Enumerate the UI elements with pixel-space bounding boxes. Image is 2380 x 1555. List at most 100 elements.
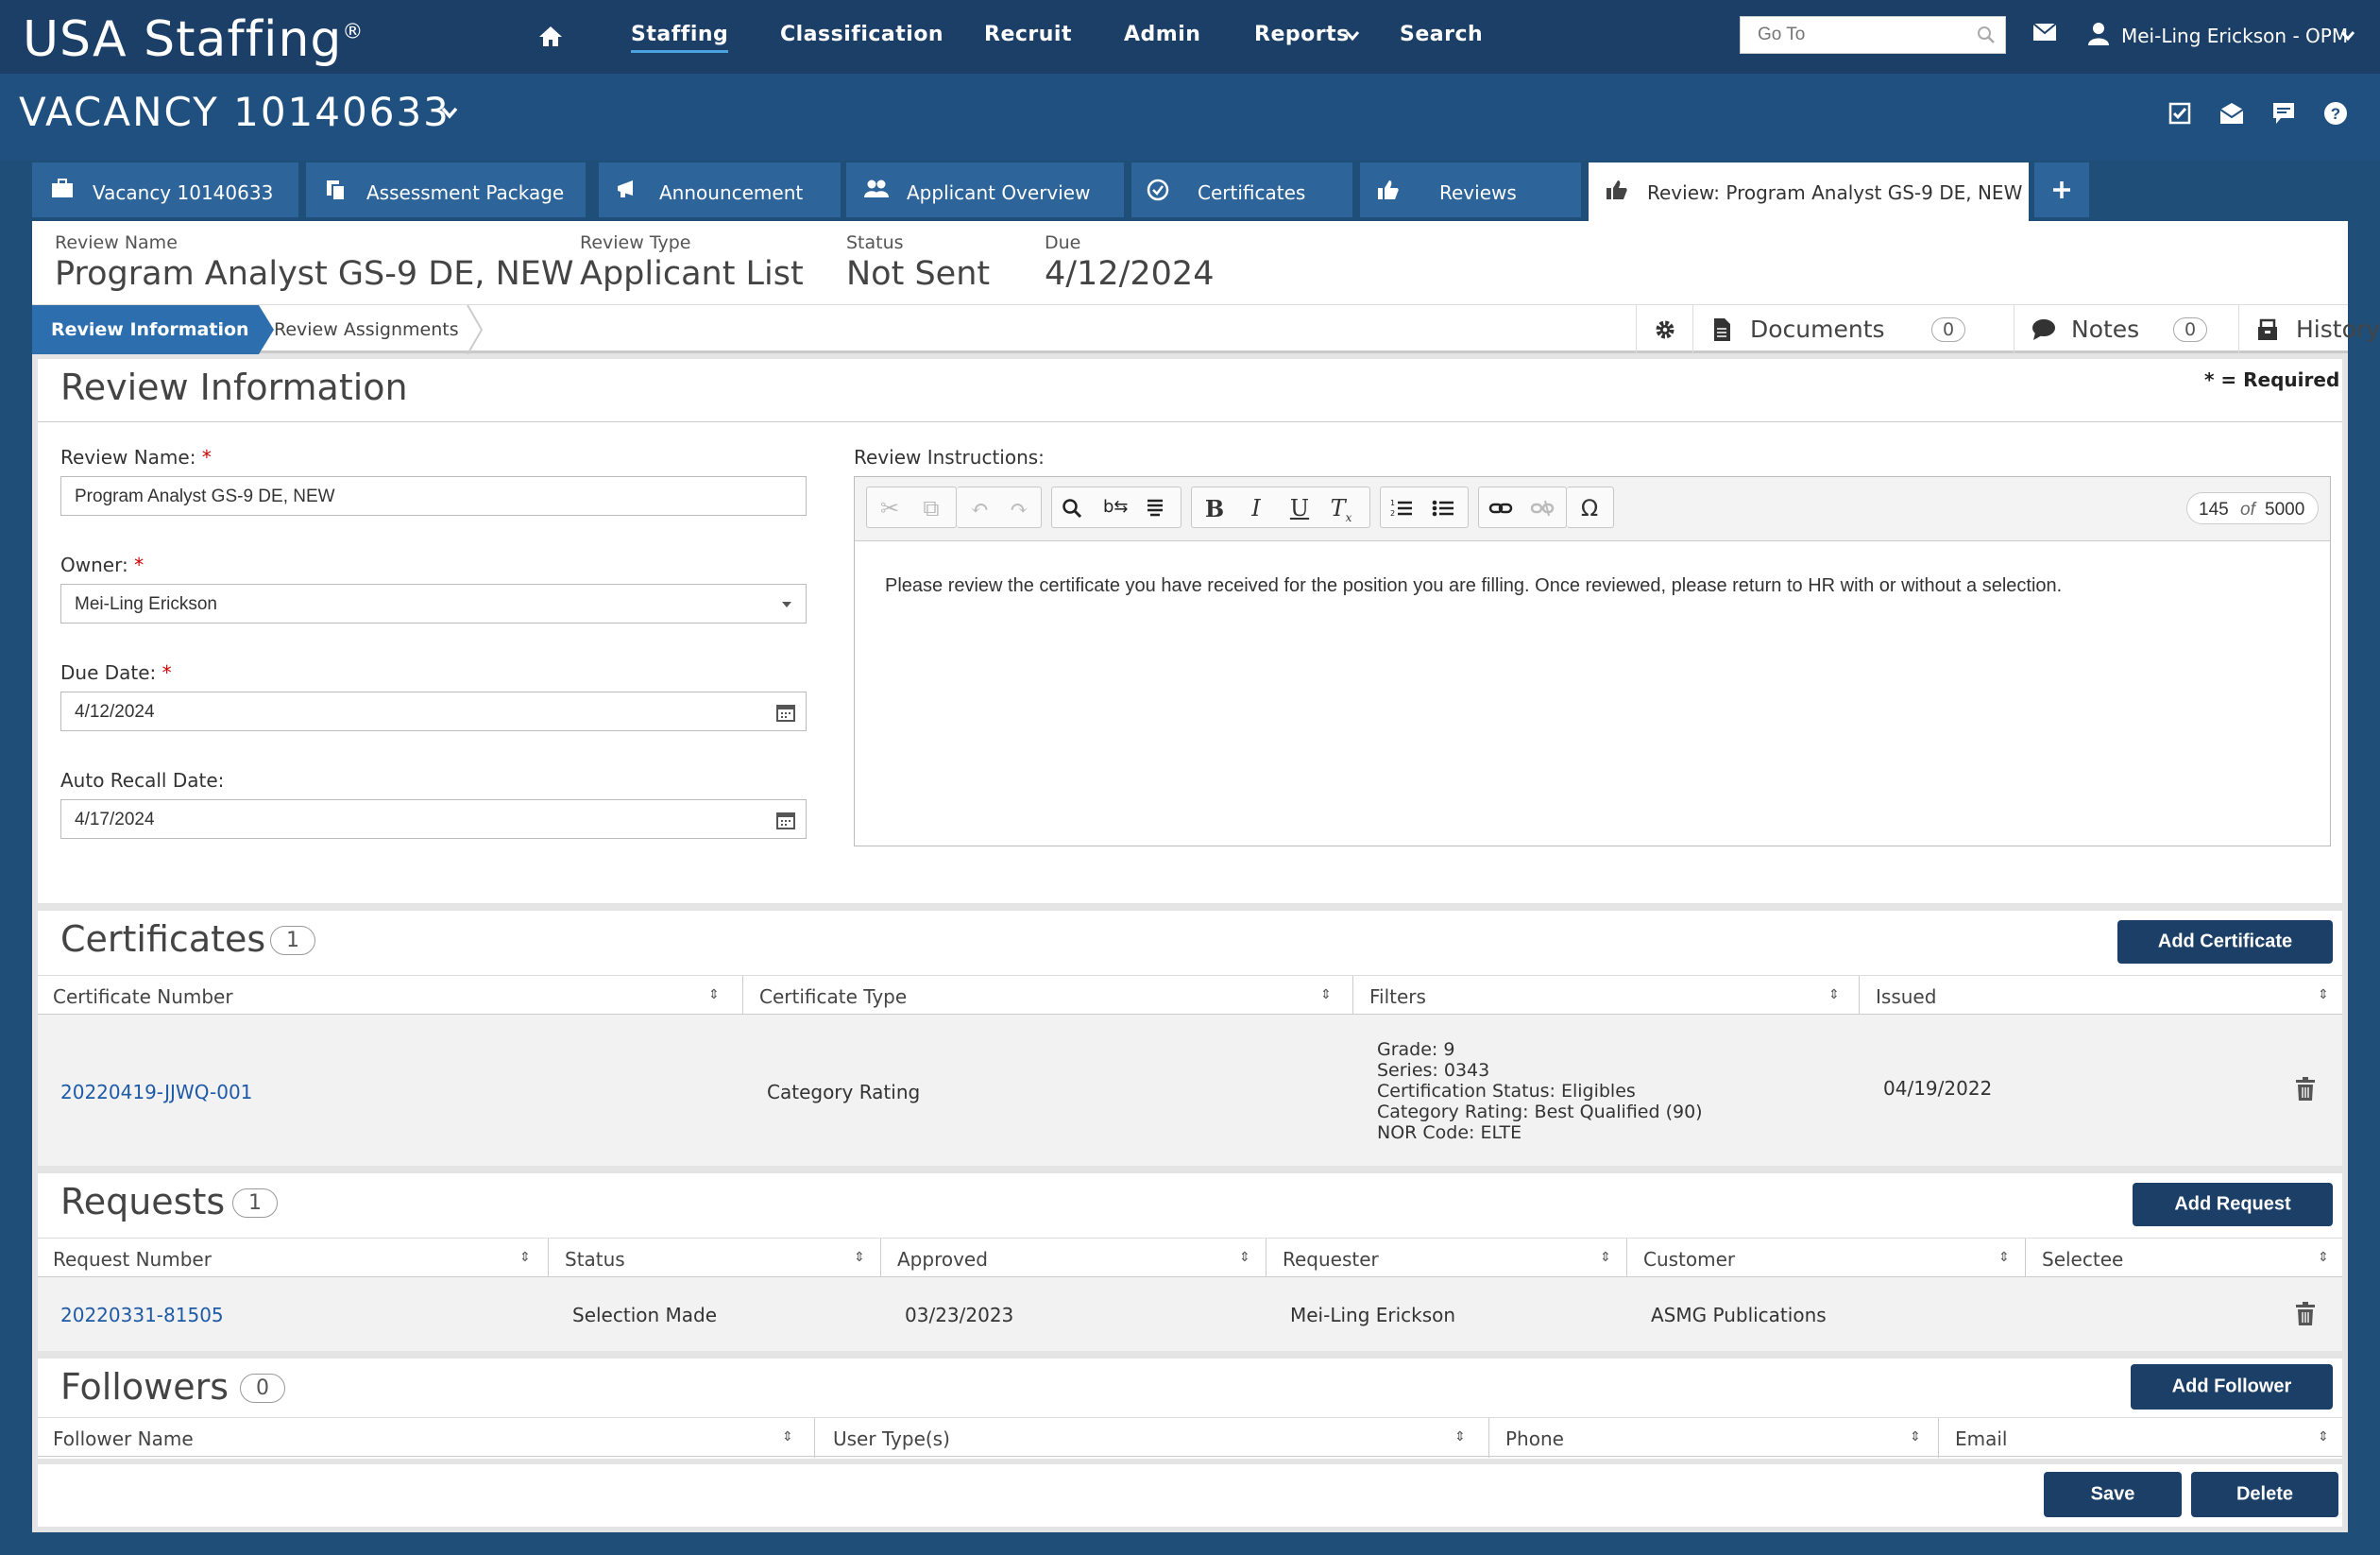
- unlink-icon[interactable]: [1530, 499, 1555, 518]
- col-email[interactable]: Email: [1955, 1427, 2008, 1450]
- tab-announcement[interactable]: Announcement: [599, 162, 841, 217]
- toolbar-group-links: [1478, 487, 1567, 528]
- sort-icon[interactable]: ⇕: [1454, 1428, 1466, 1444]
- sort-icon[interactable]: ⇕: [2318, 1428, 2329, 1444]
- undo-icon[interactable]: ↶: [962, 495, 996, 521]
- owner-select[interactable]: Mei-Ling Erickson: [60, 584, 807, 624]
- nav-staffing[interactable]: Staffing: [631, 23, 729, 53]
- auto-recall-date-field[interactable]: 4/17/2024: [60, 799, 807, 839]
- usa-staffing-logo[interactable]: USA Staffing®: [23, 11, 364, 68]
- tab-reviews[interactable]: Reviews: [1360, 162, 1581, 217]
- inbox-icon[interactable]: [2219, 102, 2244, 125]
- task-checklist-icon[interactable]: [2168, 102, 2191, 125]
- mail-icon[interactable]: [2032, 23, 2057, 42]
- chevron-down-icon[interactable]: [1345, 30, 1360, 42]
- vacancy-dropdown-chevron-icon[interactable]: [440, 106, 459, 119]
- sort-icon[interactable]: ⇕: [782, 1428, 793, 1444]
- tab-review-active[interactable]: Review: Program Analyst GS-9 DE, NEW: [1589, 162, 2029, 221]
- goto-input[interactable]: [1741, 17, 1958, 53]
- tab-vacancy[interactable]: Vacancy 10140633: [32, 162, 298, 217]
- copy-icon[interactable]: ⧉: [914, 495, 948, 521]
- followers-section: Followers 0 Add Follower Follower Name ⇕…: [38, 1358, 2342, 1459]
- history-button[interactable]: History: [2238, 305, 2380, 354]
- col-approved[interactable]: Approved: [897, 1248, 988, 1271]
- user-menu[interactable]: Mei-Ling Erickson - OPM: [2121, 25, 2348, 47]
- nav-recruit[interactable]: Recruit: [984, 23, 1072, 46]
- col-follower-name[interactable]: Follower Name: [53, 1427, 194, 1450]
- notes-button[interactable]: Notes 0: [2014, 305, 2238, 354]
- sort-icon[interactable]: ⇕: [1828, 986, 1840, 1002]
- tab-certificates[interactable]: Certificates: [1131, 162, 1352, 217]
- select-all-icon[interactable]: [1145, 498, 1165, 519]
- col-customer[interactable]: Customer: [1643, 1248, 1735, 1271]
- sort-icon[interactable]: ⇕: [1239, 1249, 1250, 1265]
- sort-icon[interactable]: ⇕: [708, 986, 720, 1002]
- home-icon[interactable]: [538, 25, 563, 47]
- col-issued[interactable]: Issued: [1876, 985, 1936, 1008]
- col-phone[interactable]: Phone: [1505, 1427, 1564, 1450]
- user-menu-chevron-icon[interactable]: [2340, 30, 2355, 42]
- user-icon[interactable]: [2087, 21, 2110, 45]
- nav-reports[interactable]: Reports: [1254, 23, 1350, 46]
- cut-icon[interactable]: ✂: [873, 495, 907, 521]
- chat-icon[interactable]: [2272, 102, 2295, 125]
- sort-icon[interactable]: ⇕: [1998, 1249, 2010, 1265]
- col-filters[interactable]: Filters: [1369, 985, 1426, 1008]
- add-follower-button[interactable]: Add Follower: [2131, 1364, 2333, 1410]
- col-certificate-type[interactable]: Certificate Type: [759, 985, 907, 1008]
- request-customer: ASMG Publications: [1651, 1304, 1827, 1326]
- nav-admin[interactable]: Admin: [1124, 23, 1200, 46]
- add-request-button[interactable]: Add Request: [2133, 1183, 2333, 1226]
- calendar-icon[interactable]: [775, 810, 796, 830]
- remove-format-icon[interactable]: Tx: [1324, 495, 1358, 524]
- step-review-assignments[interactable]: Review Assignments: [274, 319, 459, 340]
- col-selectee[interactable]: Selectee: [2042, 1248, 2123, 1271]
- certificate-number-link[interactable]: 20220419-JJWQ-001: [60, 1081, 252, 1103]
- search-icon[interactable]: [1977, 26, 1996, 44]
- sort-icon[interactable]: ⇕: [1910, 1428, 1921, 1444]
- help-icon[interactable]: ?: [2323, 101, 2348, 126]
- sort-icon[interactable]: ⇕: [1320, 986, 1332, 1002]
- trash-icon[interactable]: [2295, 1302, 2316, 1326]
- add-certificate-button[interactable]: Add Certificate: [2117, 920, 2333, 964]
- link-icon[interactable]: [1488, 499, 1513, 518]
- underline-icon[interactable]: U: [1283, 495, 1317, 521]
- review-instructions-editor[interactable]: ✂ ⧉ ↶ ↷ b⇆ B I U Tx 12 Ω 145 of 5000 Ple…: [854, 476, 2331, 846]
- add-tab-button[interactable]: [2034, 162, 2089, 217]
- delete-button[interactable]: Delete: [2191, 1472, 2338, 1517]
- request-number-link[interactable]: 20220331-81505: [60, 1304, 224, 1326]
- tab-assessment-package[interactable]: Assessment Package: [306, 162, 586, 217]
- find-icon[interactable]: [1062, 498, 1082, 519]
- italic-icon[interactable]: I: [1239, 495, 1273, 521]
- review-name-field[interactable]: Program Analyst GS-9 DE, NEW: [60, 476, 807, 516]
- replace-icon[interactable]: b⇆: [1103, 497, 1129, 517]
- due-date-field[interactable]: 4/12/2024: [60, 692, 807, 731]
- col-requester[interactable]: Requester: [1283, 1248, 1379, 1271]
- trash-icon[interactable]: [2295, 1077, 2316, 1102]
- redo-icon[interactable]: ↷: [1002, 495, 1036, 521]
- step-review-information[interactable]: Review Information: [32, 305, 259, 354]
- col-request-number[interactable]: Request Number: [53, 1248, 212, 1271]
- sort-icon[interactable]: ⇕: [519, 1249, 531, 1265]
- bold-icon[interactable]: B: [1198, 495, 1232, 522]
- col-certificate-number[interactable]: Certificate Number: [53, 985, 233, 1008]
- nav-search[interactable]: Search: [1400, 23, 1483, 46]
- tab-applicant-overview[interactable]: Applicant Overview: [846, 162, 1124, 217]
- sort-icon[interactable]: ⇕: [2318, 986, 2329, 1002]
- sort-icon[interactable]: ⇕: [2318, 1249, 2329, 1265]
- calendar-icon[interactable]: [775, 702, 796, 723]
- col-status[interactable]: Status: [565, 1248, 625, 1271]
- numbered-list-icon[interactable]: 12: [1390, 498, 1413, 519]
- special-character-icon[interactable]: Ω: [1572, 495, 1606, 521]
- sort-icon[interactable]: ⇕: [854, 1249, 865, 1265]
- save-button[interactable]: Save: [2044, 1472, 2182, 1517]
- instructions-text[interactable]: Please review the certificate you have r…: [885, 573, 2302, 598]
- bulleted-list-icon[interactable]: [1432, 498, 1454, 519]
- gear-icon: [1654, 318, 1676, 341]
- col-user-types[interactable]: User Type(s): [833, 1427, 950, 1450]
- settings-button[interactable]: [1636, 305, 1692, 354]
- nav-classification[interactable]: Classification: [780, 23, 944, 46]
- sort-icon[interactable]: ⇕: [1600, 1249, 1611, 1265]
- goto-search-field[interactable]: [1740, 16, 2006, 54]
- documents-button[interactable]: Documents 0: [1692, 305, 2014, 354]
